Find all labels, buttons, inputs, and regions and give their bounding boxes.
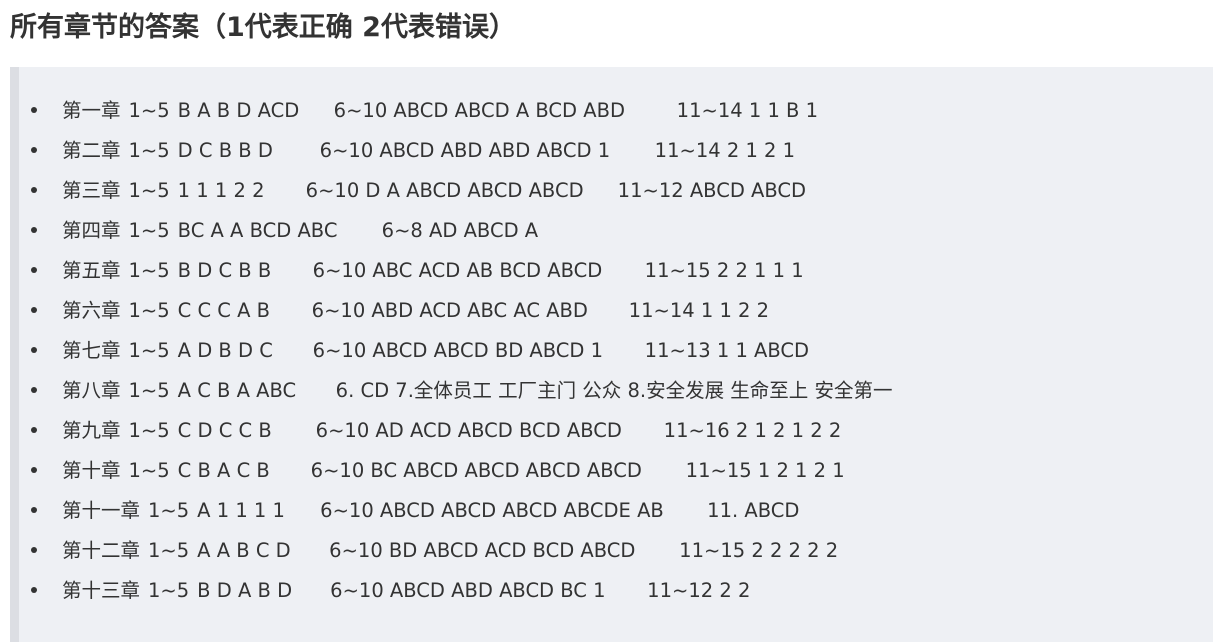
chapter-name: 第十三章 <box>62 579 141 602</box>
question-range: 1~5 <box>128 179 170 202</box>
question-range: 1~5 <box>128 99 170 122</box>
answers-11-plus: 11~15 2 2 2 2 2 <box>679 539 839 562</box>
bullet-icon <box>31 267 37 273</box>
question-range: 1~5 <box>128 339 170 362</box>
chapter-name: 第十章 <box>62 459 121 482</box>
bullet-icon <box>31 587 37 593</box>
list-item: 第五章 1~5 B D C B B 6~10 ABC ACD AB BCD ABCD 1… <box>31 251 893 291</box>
answers-6-10: 6~10 ABC ACD AB BCD ABCD <box>312 259 603 282</box>
answers-1-5: D C B B D <box>177 139 273 162</box>
answers-1-5: C D C C B <box>177 419 272 442</box>
question-range: 1~5 <box>128 419 170 442</box>
list-item: 第一章 1~5 B A B D ACD 6~10 ABCD ABCD A BCD AB… <box>31 91 893 131</box>
question-range: 1~5 <box>148 579 190 602</box>
answers-11-plus: 11. ABCD <box>707 499 800 522</box>
answers-1-5: C B A C B <box>177 459 270 482</box>
bullet-icon <box>31 507 37 513</box>
page-title: 所有章节的答案（1代表正确 2代表错误） <box>10 12 516 43</box>
answers-6-10: 6~10 ABD ACD ABC AC ABD <box>311 299 588 322</box>
list-item: 第六章 1~5 C C C A B 6~10 ABD ACD ABC AC ABD 11… <box>31 291 893 331</box>
answers-11-plus: 11~12 2 2 <box>647 579 751 602</box>
question-range: 1~5 <box>128 459 170 482</box>
answers-1-5: BC A A BCD ABC <box>177 219 338 242</box>
answers-6-10: 6. CD 7.全体员工 工厂主门 公众 8.安全发展 生命至上 安全第一 <box>335 379 893 402</box>
chapter-name: 第十一章 <box>62 499 141 522</box>
answers-11-plus: 11~12 ABCD ABCD <box>617 179 807 202</box>
bullet-icon <box>31 387 37 393</box>
question-range: 1~5 <box>128 219 170 242</box>
bullet-icon <box>31 467 37 473</box>
question-range: 1~5 <box>148 499 190 522</box>
bullet-icon <box>31 187 37 193</box>
question-range: 1~5 <box>128 139 170 162</box>
answers-6-10: 6~10 D A ABCD ABCD ABCD <box>305 179 584 202</box>
chapter-name: 第八章 <box>62 379 121 402</box>
list-item: 第四章 1~5 BC A A BCD ABC 6~8 AD ABCD A <box>31 211 893 251</box>
answers-1-5: B D C B B <box>177 259 272 282</box>
list-item: 第十章 1~5 C B A C B 6~10 BC ABCD ABCD ABCD AB… <box>31 451 893 491</box>
list-item: 第二章 1~5 D C B B D 6~10 ABCD ABD ABD ABCD 1 1… <box>31 131 893 171</box>
answers-6-10: 6~10 ABCD ABD ABCD BC 1 <box>330 579 606 602</box>
bullet-icon <box>31 547 37 553</box>
answers-6-10: 6~10 ABCD ABD ABD ABCD 1 <box>319 139 611 162</box>
answers-6-10: 6~10 AD ACD ABCD BCD ABCD <box>315 419 622 442</box>
list-item: 第八章 1~5 A C B A ABC 6. CD 7.全体员工 工厂主门 公众 8.… <box>31 371 893 411</box>
answers-11-plus: 11~15 2 2 1 1 1 <box>644 259 804 282</box>
list-item: 第九章 1~5 C D C C B 6~10 AD ACD ABCD BCD ABCD… <box>31 411 893 451</box>
answers-1-5: A C B A ABC <box>177 379 297 402</box>
answers-11-plus: 11~16 2 1 2 1 2 2 <box>663 419 842 442</box>
bullet-icon <box>31 147 37 153</box>
bullet-icon <box>31 227 37 233</box>
answers-6-10: 6~8 AD ABCD A <box>381 219 539 242</box>
chapter-name: 第九章 <box>62 419 121 442</box>
chapter-name: 第二章 <box>62 139 121 162</box>
question-range: 1~5 <box>128 259 170 282</box>
answers-11-plus: 11~14 1 1 B 1 <box>676 99 819 122</box>
chapter-name: 第五章 <box>62 259 121 282</box>
bullet-icon <box>31 107 37 113</box>
answers-11-plus: 11~14 2 1 2 1 <box>654 139 796 162</box>
answers-1-5: C C C A B <box>177 299 271 322</box>
answers-6-10: 6~10 ABCD ABCD A BCD ABD <box>333 99 625 122</box>
answers-blockquote: 第一章 1~5 B A B D ACD 6~10 ABCD ABCD A BCD AB… <box>10 67 1213 642</box>
answers-6-10: 6~10 BC ABCD ABCD ABCD ABCD <box>310 459 642 482</box>
answers-1-5: B A B D ACD <box>177 99 300 122</box>
bullet-icon <box>31 307 37 313</box>
list-item: 第十三章 1~5 B D A B D 6~10 ABCD ABD ABCD BC 1 1… <box>31 571 893 611</box>
list-item: 第十一章 1~5 A 1 1 1 1 6~10 ABCD ABCD ABCD ABCD… <box>31 491 893 531</box>
answers-6-10: 6~10 ABCD ABCD BD ABCD 1 <box>312 339 604 362</box>
chapter-name: 第七章 <box>62 339 121 362</box>
chapter-name: 第十二章 <box>62 539 141 562</box>
question-range: 1~5 <box>128 379 170 402</box>
answers-list: 第一章 1~5 B A B D ACD 6~10 ABCD ABCD A BCD AB… <box>31 91 893 611</box>
answers-11-plus: 11~14 1 1 2 2 <box>628 299 770 322</box>
answers-6-10: 6~10 BD ABCD ACD BCD ABCD <box>329 539 636 562</box>
answers-11-plus: 11~15 1 2 1 2 1 <box>685 459 845 482</box>
question-range: 1~5 <box>148 539 190 562</box>
bullet-icon <box>31 347 37 353</box>
answers-11-plus: 11~13 1 1 ABCD <box>644 339 810 362</box>
chapter-name: 第一章 <box>62 99 121 122</box>
chapter-name: 第三章 <box>62 179 121 202</box>
answers-1-5: A 1 1 1 1 <box>197 499 285 522</box>
question-range: 1~5 <box>128 299 170 322</box>
answers-6-10: 6~10 ABCD ABCD ABCD ABCDE AB <box>320 499 664 522</box>
answers-1-5: A A B C D <box>197 539 291 562</box>
list-item: 第七章 1~5 A D B D C 6~10 ABCD ABCD BD ABCD 1 1… <box>31 331 893 371</box>
list-item: 第三章 1~5 1 1 1 2 2 6~10 D A ABCD ABCD ABCD 11… <box>31 171 893 211</box>
answers-1-5: B D A B D <box>197 579 293 602</box>
bullet-icon <box>31 427 37 433</box>
answers-1-5: A D B D C <box>177 339 273 362</box>
list-item: 第十二章 1~5 A A B C D 6~10 BD ABCD ACD BCD ABC… <box>31 531 893 571</box>
chapter-name: 第四章 <box>62 219 121 242</box>
answers-1-5: 1 1 1 2 2 <box>177 179 265 202</box>
chapter-name: 第六章 <box>62 299 121 322</box>
